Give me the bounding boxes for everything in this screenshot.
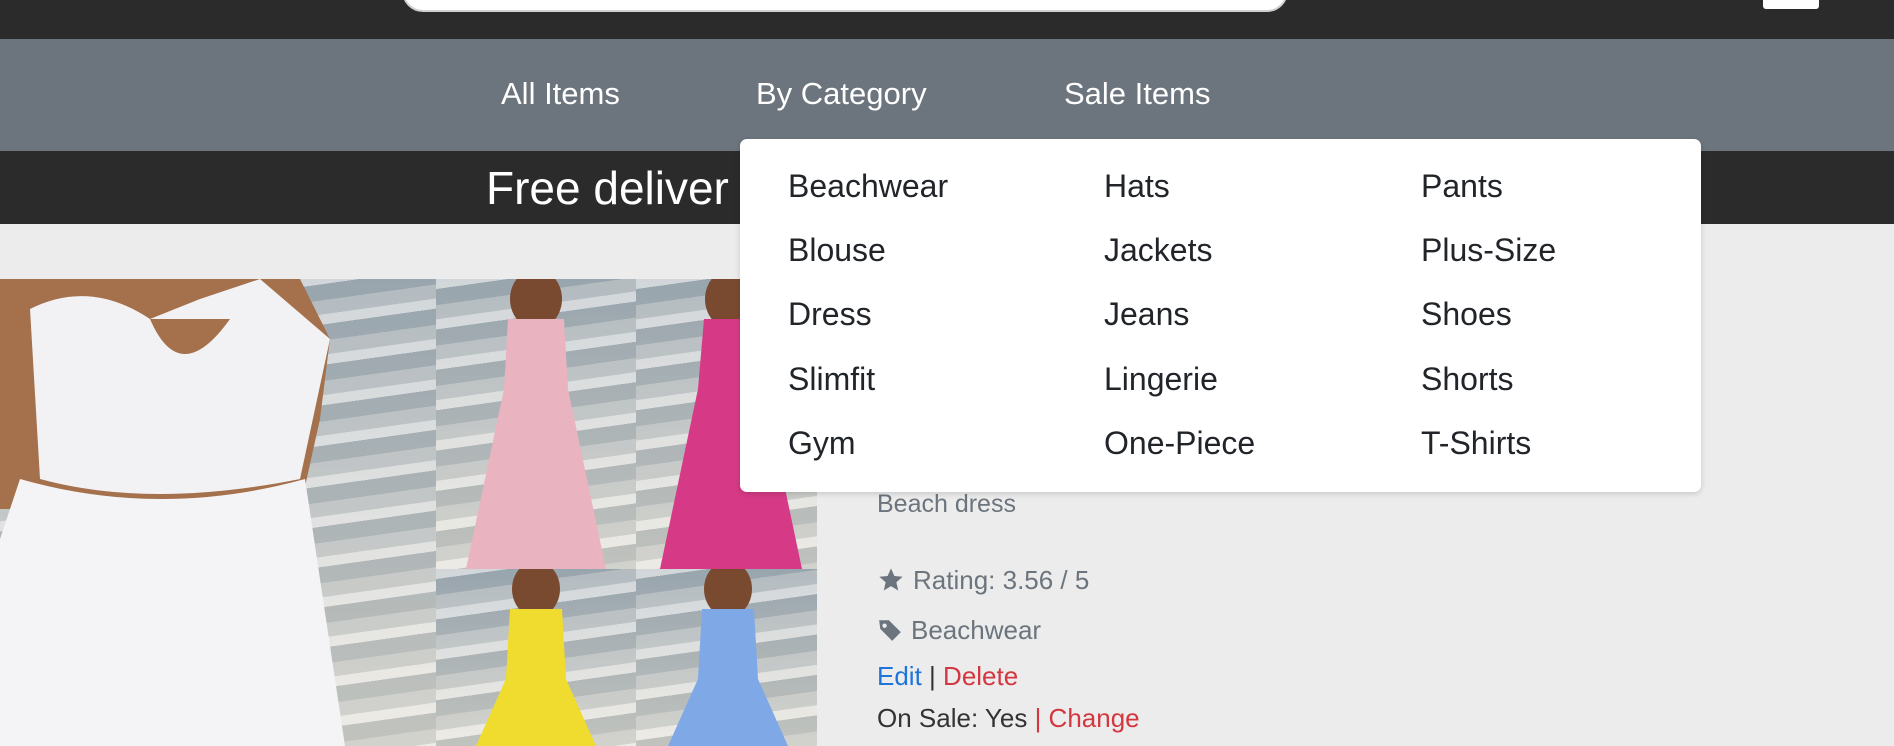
product-image bbox=[0, 279, 817, 746]
category-item-dress[interactable]: Dress bbox=[788, 294, 872, 334]
image-tile-white-dress bbox=[0, 279, 436, 746]
on-sale-status: On Sale: Yes bbox=[877, 703, 1028, 733]
product-actions: Edit | Delete bbox=[877, 660, 1018, 692]
category-item-jeans[interactable]: Jeans bbox=[1104, 294, 1189, 334]
main-navbar: All Items By Category Sale Items bbox=[0, 39, 1894, 151]
category-item-blouse[interactable]: Blouse bbox=[788, 230, 886, 270]
category-item-gym[interactable]: Gym bbox=[788, 423, 856, 463]
category-item-t-shirts[interactable]: T-Shirts bbox=[1421, 423, 1531, 463]
change-sale-link[interactable]: | Change bbox=[1035, 703, 1140, 733]
rating-row: Rating: 3.56 / 5 bbox=[877, 564, 1089, 596]
category-item-lingerie[interactable]: Lingerie bbox=[1104, 359, 1218, 399]
category-text: Beachwear bbox=[911, 615, 1042, 645]
category-item-beachwear[interactable]: Beachwear bbox=[788, 166, 948, 206]
top-bar bbox=[0, 0, 1894, 39]
on-sale-row: On Sale: Yes | Change bbox=[877, 702, 1140, 734]
category-item-shorts[interactable]: Shorts bbox=[1421, 359, 1513, 399]
nav-all-items[interactable]: All Items bbox=[501, 75, 620, 113]
tag-icon bbox=[879, 620, 901, 641]
top-right-button[interactable] bbox=[1763, 0, 1819, 9]
delete-link[interactable]: Delete bbox=[943, 661, 1018, 691]
search-input[interactable] bbox=[402, 0, 1288, 12]
edit-link[interactable]: Edit bbox=[877, 661, 922, 691]
action-separator: | bbox=[929, 661, 936, 691]
star-icon bbox=[879, 568, 903, 591]
category-item-hats[interactable]: Hats bbox=[1104, 166, 1170, 206]
banner-text: Free deliver bbox=[486, 162, 729, 214]
category-dropdown-menu: Beachwear Blouse Dress Slimfit Gym Hats … bbox=[740, 139, 1701, 492]
image-tile-pink-dress bbox=[436, 279, 636, 579]
category-item-shoes[interactable]: Shoes bbox=[1421, 294, 1512, 334]
category-item-slimfit[interactable]: Slimfit bbox=[788, 359, 875, 399]
image-tile-blue-dress bbox=[636, 569, 817, 746]
image-tile-yellow-dress bbox=[436, 569, 636, 746]
category-row: Beachwear bbox=[877, 614, 1041, 646]
category-item-pants[interactable]: Pants bbox=[1421, 166, 1503, 206]
nav-by-category[interactable]: By Category bbox=[756, 75, 927, 113]
nav-sale-items[interactable]: Sale Items bbox=[1064, 75, 1210, 113]
category-item-plus-size[interactable]: Plus-Size bbox=[1421, 230, 1556, 270]
category-item-jackets[interactable]: Jackets bbox=[1104, 230, 1212, 270]
category-item-one-piece[interactable]: One-Piece bbox=[1104, 423, 1255, 463]
rating-text: Rating: 3.56 / 5 bbox=[913, 565, 1090, 595]
product-description: Beach dress bbox=[877, 490, 1016, 518]
